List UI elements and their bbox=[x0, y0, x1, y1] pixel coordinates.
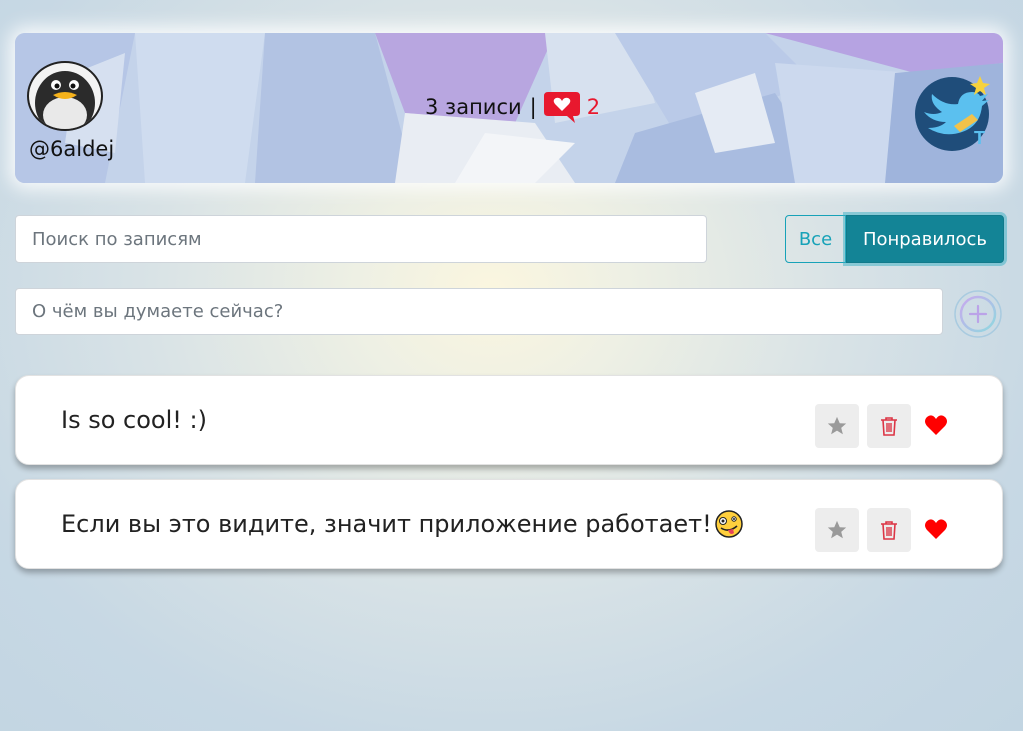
stats-separator: | bbox=[529, 95, 537, 119]
search-input[interactable]: Поиск по записям bbox=[15, 215, 707, 263]
post-item: Если вы это видите, значит приложение ра… bbox=[15, 479, 1003, 569]
trash-icon bbox=[881, 521, 897, 540]
zany-face-emoji bbox=[714, 510, 743, 538]
heart-icon[interactable] bbox=[924, 414, 948, 436]
post-item: Is so cool! :) bbox=[15, 375, 1003, 465]
post-text: Если вы это видите, значит приложение ра… bbox=[61, 480, 744, 568]
delete-button[interactable] bbox=[867, 508, 911, 552]
new-post-input[interactable]: О чём вы думаете сейчас? bbox=[15, 288, 943, 335]
heart-bubble-icon bbox=[543, 92, 580, 123]
star-button[interactable] bbox=[815, 404, 859, 448]
svg-text:T: T bbox=[974, 128, 985, 148]
username: @6aldej bbox=[29, 137, 115, 161]
delete-button[interactable] bbox=[867, 404, 911, 448]
stats: 3 записи | 2 bbox=[425, 90, 600, 124]
profile-header: @6aldej 3 записи | 2 T bbox=[15, 33, 1003, 183]
add-post-button[interactable] bbox=[953, 289, 1003, 339]
post-text: Is so cool! :) bbox=[61, 376, 207, 464]
star-icon bbox=[827, 520, 847, 539]
trash-icon bbox=[881, 417, 897, 436]
penguin-icon bbox=[35, 71, 95, 129]
post-text-content: Если вы это видите, значит приложение ра… bbox=[61, 510, 712, 538]
star-button[interactable] bbox=[815, 508, 859, 552]
filter-all-button[interactable]: Все bbox=[785, 215, 846, 263]
likes-count: 2 bbox=[586, 95, 601, 119]
posts-count: 3 записи bbox=[425, 95, 522, 119]
plus-circle-icon bbox=[968, 304, 988, 324]
avatar[interactable] bbox=[27, 61, 103, 131]
post-text-content: Is so cool! :) bbox=[61, 406, 207, 434]
star-icon bbox=[827, 416, 847, 435]
filter-group: Все Понравилось bbox=[785, 215, 1004, 263]
filter-liked-button[interactable]: Понравилось bbox=[846, 215, 1004, 263]
twitter-bird-icon: T bbox=[915, 76, 990, 151]
heart-icon[interactable] bbox=[924, 518, 948, 540]
